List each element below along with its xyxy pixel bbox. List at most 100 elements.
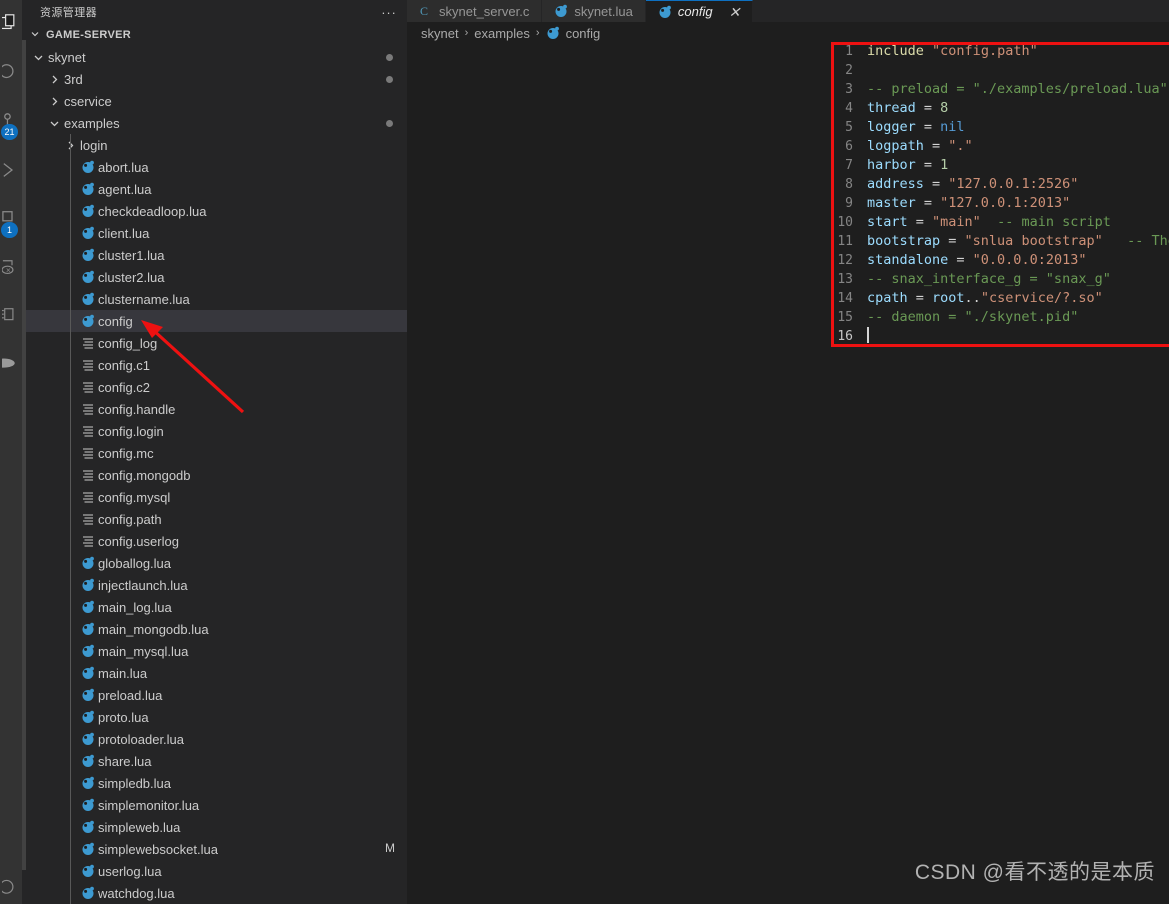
- config-file-icon: [78, 534, 98, 548]
- tree-item-label: config.c1: [98, 357, 151, 373]
- breadcrumb-item[interactable]: config: [566, 26, 601, 41]
- tree-item-config-handle[interactable]: config.handle: [22, 398, 407, 420]
- code-token: =: [915, 195, 941, 211]
- tree-item-config-mc[interactable]: config.mc: [22, 442, 407, 464]
- code-token: "snlua bootstrap": [964, 233, 1103, 249]
- breadcrumb-item[interactable]: skynet: [421, 26, 459, 41]
- tree-item-protoloader-lua[interactable]: protoloader.lua: [22, 728, 407, 750]
- tree-item-config-log[interactable]: config_log: [22, 332, 407, 354]
- tree-item-simplemonitor-lua[interactable]: simplemonitor.lua: [22, 794, 407, 816]
- tree-item-proto-lua[interactable]: proto.lua: [22, 706, 407, 728]
- code-token: standalone: [867, 252, 949, 268]
- code-line-text: master = "127.0.0.1:2013": [867, 194, 1155, 213]
- tree-item-examples[interactable]: examples: [22, 112, 407, 134]
- tree-item-label: main.lua: [98, 665, 148, 681]
- tree-item-simpledb-lua[interactable]: simpledb.lua: [22, 772, 407, 794]
- tree-item-config-path[interactable]: config.path: [22, 508, 407, 530]
- tree-item-abort-lua[interactable]: abort.lua: [22, 156, 407, 178]
- lua-file-icon: [78, 864, 98, 878]
- code-line-text: bootstrap = "snlua bootstrap" -- The ser…: [867, 232, 1169, 251]
- tree-item-config-userlog[interactable]: config.userlog: [22, 530, 407, 552]
- code-token: =: [915, 100, 941, 116]
- tree-item-client-lua[interactable]: client.lua: [22, 222, 407, 244]
- editor-tab-skynet-lua[interactable]: skynet.lua: [542, 0, 646, 22]
- tree-item-config-mysql[interactable]: config.mysql: [22, 486, 407, 508]
- lua-file-icon: [78, 732, 98, 746]
- root-folder-row[interactable]: GAME-SERVER: [22, 24, 407, 46]
- code-token: -- main script: [997, 214, 1111, 230]
- tree-item-3rd[interactable]: 3rd: [22, 68, 407, 90]
- extensions-icon[interactable]: 1: [0, 194, 22, 244]
- close-icon[interactable]: ✕: [729, 5, 741, 19]
- search-icon[interactable]: [0, 46, 22, 98]
- explorer-icon[interactable]: [0, 0, 22, 46]
- tree-item-globallog-lua[interactable]: globallog.lua: [22, 552, 407, 574]
- tree-item-label: protoloader.lua: [98, 731, 185, 747]
- tree-item-label: simplewebsocket.lua: [98, 841, 218, 857]
- tree-item-main-lua[interactable]: main.lua: [22, 662, 407, 684]
- tree-item-label: client.lua: [98, 225, 150, 241]
- tree-item-main-log-lua[interactable]: main_log.lua: [22, 596, 407, 618]
- docker-icon[interactable]: [0, 340, 22, 388]
- tree-item-config-login[interactable]: config.login: [22, 420, 407, 442]
- tree-item-simplewebsocket-lua[interactable]: simplewebsocket.lua M: [22, 838, 407, 860]
- more-actions-icon[interactable]: ...: [382, 3, 397, 19]
- tree-item-config-mongodb[interactable]: config.mongodb: [22, 464, 407, 486]
- tree-item-login[interactable]: login: [22, 134, 407, 156]
- sidebar-scrollbar[interactable]: [22, 40, 26, 870]
- tree-item-label: cservice: [64, 93, 112, 109]
- code-line: 5 logger = nil: [831, 118, 1155, 137]
- code-token: =: [923, 138, 949, 154]
- tree-item-cservice[interactable]: cservice: [22, 90, 407, 112]
- config-file-icon: [78, 358, 98, 372]
- explorer-title: 资源管理器: [40, 7, 97, 19]
- editor-tab-skynet-server-c[interactable]: Cskynet_server.c: [407, 0, 543, 22]
- tree-item-watchdog-lua[interactable]: watchdog.lua: [22, 882, 407, 904]
- tree-item-label: simplemonitor.lua: [98, 797, 200, 813]
- tree-item-share-lua[interactable]: share.lua: [22, 750, 407, 772]
- breadcrumb-item[interactable]: examples: [474, 26, 530, 41]
- code-line: 8 address = "127.0.0.1:2526": [831, 175, 1155, 194]
- tree-item-main-mongodb-lua[interactable]: main_mongodb.lua: [22, 618, 407, 640]
- code-line-text: -- preload = "./examples/preload.lua" --…: [867, 80, 1169, 99]
- tree-item-clustername-lua[interactable]: clustername.lua: [22, 288, 407, 310]
- code-content[interactable]: 1 include "config.path" 2 3 -- preload = "./…: [831, 42, 1169, 346]
- code-line: 16: [831, 327, 1155, 346]
- lua-file-icon: [546, 26, 560, 40]
- source-control-icon[interactable]: 21: [0, 98, 22, 146]
- vscode-window: 21 1 ✕ 资源管理器 ... GAME-SERVER skynet 3rd …: [0, 0, 1169, 904]
- tree-item-main-mysql-lua[interactable]: main_mysql.lua: [22, 640, 407, 662]
- code-token: ..: [964, 290, 981, 306]
- code-line: 6 logpath = ".": [831, 137, 1155, 156]
- code-token: "config.path": [932, 43, 1038, 59]
- tree-item-cluster1-lua[interactable]: cluster1.lua: [22, 244, 407, 266]
- tree-item-injectlaunch-lua[interactable]: injectlaunch.lua: [22, 574, 407, 596]
- extensions-badge: 1: [1, 222, 18, 238]
- watermark-text: CSDN @看不透的是本质: [914, 861, 1155, 884]
- config-file-icon: [78, 424, 98, 438]
- tree-item-cluster2-lua[interactable]: cluster2.lua: [22, 266, 407, 288]
- tree-item-preload-lua[interactable]: preload.lua: [22, 684, 407, 706]
- chevron-right-icon: [46, 74, 62, 85]
- tree-item-label: main_mysql.lua: [98, 643, 189, 659]
- run-debug-icon[interactable]: [0, 146, 22, 194]
- tree-item-label: config.mc: [98, 445, 154, 461]
- tree-item-label: proto.lua: [98, 709, 149, 725]
- tree-item-checkdeadloop-lua[interactable]: checkdeadloop.lua: [22, 200, 407, 222]
- tree-item-skynet[interactable]: skynet: [22, 46, 407, 68]
- code-token: =: [940, 233, 965, 249]
- tree-item-config-c2[interactable]: config.c2: [22, 376, 407, 398]
- tree-item-simpleweb-lua[interactable]: simpleweb.lua: [22, 816, 407, 838]
- code-token: =: [907, 214, 933, 230]
- tree-item-agent-lua[interactable]: agent.lua: [22, 178, 407, 200]
- tree-item-config[interactable]: config: [22, 310, 407, 332]
- tree-item-config-c1[interactable]: config.c1: [22, 354, 407, 376]
- tree-item-label: preload.lua: [98, 687, 163, 703]
- remote-explorer-icon[interactable]: ✕: [0, 244, 22, 292]
- tree-item-userlog-lua[interactable]: userlog.lua: [22, 860, 407, 882]
- editor-tab-config[interactable]: config ✕: [645, 0, 754, 22]
- code-line-text: include "config.path": [867, 42, 1155, 61]
- testing-icon[interactable]: [0, 292, 22, 340]
- accounts-icon[interactable]: [0, 870, 22, 900]
